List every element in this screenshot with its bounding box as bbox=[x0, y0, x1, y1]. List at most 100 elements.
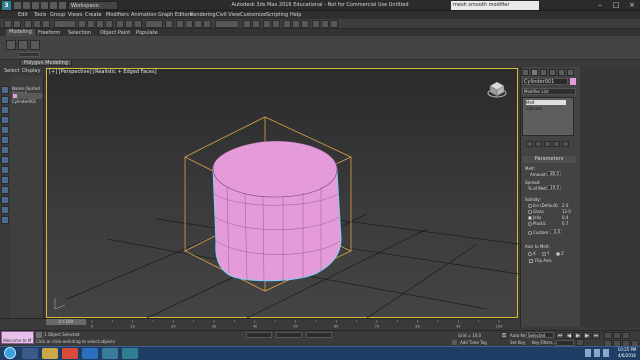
scene-select-menu[interactable]: Select bbox=[4, 68, 19, 74]
scene-display-menu[interactable]: Display bbox=[22, 68, 40, 74]
redo-tool-icon[interactable] bbox=[13, 20, 21, 28]
minimize-button[interactable]: – bbox=[592, 0, 608, 11]
menu-scripting[interactable]: Scripting bbox=[266, 12, 288, 18]
display-frozen-icon[interactable] bbox=[1, 196, 9, 204]
display-none-icon[interactable] bbox=[1, 86, 9, 94]
file-explorer-icon[interactable] bbox=[42, 348, 58, 359]
key-mode-icon[interactable]: ⚿ bbox=[500, 332, 508, 339]
solidity-jelly-radio[interactable] bbox=[528, 216, 532, 220]
create-tab-icon[interactable] bbox=[522, 69, 529, 76]
pin-stack-icon[interactable] bbox=[526, 141, 533, 147]
close-button[interactable]: × bbox=[624, 0, 640, 11]
taskbar-clock[interactable]: 10:25 PM 4/6/2016 bbox=[614, 347, 640, 359]
tray-volume-icon[interactable] bbox=[594, 349, 600, 357]
zoom-all-icon[interactable] bbox=[613, 332, 621, 339]
stack-item-cylinder[interactable]: Cylinder bbox=[526, 106, 543, 111]
zoom-icon[interactable] bbox=[604, 332, 612, 339]
object-color-swatch[interactable] bbox=[570, 78, 576, 85]
select-by-name-icon[interactable] bbox=[87, 20, 95, 28]
search-input[interactable]: mesh smooth modifier bbox=[451, 1, 539, 10]
next-frame-icon[interactable]: ▶ bbox=[583, 332, 591, 339]
selection-set-dropdown[interactable]: Selected bbox=[526, 332, 554, 338]
utilities-tab-icon[interactable] bbox=[567, 69, 574, 76]
solidity-custom-spinner[interactable]: 0.0 bbox=[550, 229, 562, 234]
display-cameras-icon[interactable] bbox=[1, 126, 9, 134]
goto-end-icon[interactable]: ⏭ bbox=[592, 332, 600, 339]
unlink-icon[interactable] bbox=[33, 20, 41, 28]
display-shapes-icon[interactable] bbox=[1, 106, 9, 114]
scene-column-header[interactable]: Name (Sorted Ascend... bbox=[12, 86, 42, 96]
menu-graph-editors[interactable]: Graph Editors bbox=[158, 12, 192, 18]
menu-tools[interactable]: Tools bbox=[34, 12, 46, 18]
menu-animation[interactable]: Animation bbox=[131, 12, 157, 18]
mirror-icon[interactable] bbox=[243, 20, 251, 28]
parameters-rollout-header[interactable]: Parameters bbox=[522, 156, 576, 163]
ribbon-tool-icon[interactable] bbox=[18, 40, 28, 50]
menu-views[interactable]: Views bbox=[68, 12, 82, 18]
display-lights-icon[interactable] bbox=[1, 116, 9, 124]
display-tab-icon[interactable] bbox=[558, 69, 565, 76]
word-icon[interactable] bbox=[82, 348, 98, 359]
solidity-glass-radio[interactable] bbox=[528, 210, 532, 214]
viewport-label[interactable]: [+] [Perspective] [Realistic + Edged Fac… bbox=[49, 69, 157, 75]
polygon-modeling-button[interactable]: Polygon Modeling bbox=[20, 59, 72, 66]
menu-create[interactable]: Create bbox=[85, 12, 102, 18]
ribbon-tool-icon[interactable] bbox=[30, 40, 40, 50]
3ds-max-taskbar-icon[interactable] bbox=[122, 348, 138, 359]
modify-tab-icon[interactable] bbox=[531, 69, 538, 76]
angle-snap-icon[interactable] bbox=[185, 20, 193, 28]
render-production-icon[interactable] bbox=[330, 20, 338, 28]
rotate-icon[interactable] bbox=[125, 20, 133, 28]
key-filters-button[interactable]: Key Filters... bbox=[532, 340, 556, 345]
move-icon[interactable] bbox=[116, 20, 124, 28]
perspective-viewport[interactable] bbox=[46, 68, 519, 319]
undo-tool-icon[interactable] bbox=[4, 20, 12, 28]
modifier-list-dropdown[interactable]: Modifier List bbox=[522, 88, 576, 95]
named-selection-sets-dropdown[interactable] bbox=[215, 20, 239, 28]
display-all-icon[interactable] bbox=[1, 216, 9, 224]
bind-space-warp-icon[interactable] bbox=[42, 20, 50, 28]
menu-modifiers[interactable]: Modifiers bbox=[106, 12, 129, 18]
menu-edit[interactable]: Edit bbox=[18, 12, 28, 18]
display-helpers-icon[interactable] bbox=[1, 136, 9, 144]
spread-spinner[interactable]: 19.0 bbox=[547, 185, 561, 190]
time-slider[interactable]: 0 / 100 bbox=[46, 319, 86, 325]
display-bones-icon[interactable] bbox=[1, 176, 9, 184]
pivot-center-icon[interactable] bbox=[165, 20, 173, 28]
graphite-toggle-icon[interactable] bbox=[272, 20, 280, 28]
z-coordinate-field[interactable] bbox=[306, 332, 332, 338]
hierarchy-tab-icon[interactable] bbox=[540, 69, 547, 76]
window-crossing-icon[interactable] bbox=[105, 20, 113, 28]
scale-icon[interactable] bbox=[134, 20, 142, 28]
display-groups-icon[interactable] bbox=[1, 156, 9, 164]
tray-network-icon[interactable] bbox=[585, 349, 591, 357]
make-unique-icon[interactable] bbox=[544, 141, 551, 147]
solidity-custom-radio[interactable] bbox=[528, 231, 532, 235]
rendered-frame-icon[interactable] bbox=[321, 20, 329, 28]
chrome-icon[interactable] bbox=[62, 348, 78, 359]
motion-tab-icon[interactable] bbox=[549, 69, 556, 76]
curve-editor-icon[interactable] bbox=[283, 20, 291, 28]
rectangular-selection-icon[interactable] bbox=[96, 20, 104, 28]
tab-modeling[interactable]: Modeling bbox=[6, 29, 35, 36]
menu-group[interactable]: Group bbox=[50, 12, 65, 18]
tray-flag-icon[interactable] bbox=[603, 349, 609, 357]
selection-lock-icon[interactable] bbox=[36, 332, 42, 338]
time-tag-icon[interactable] bbox=[452, 340, 457, 345]
link-icon[interactable] bbox=[24, 20, 32, 28]
display-geometry-icon[interactable] bbox=[1, 96, 9, 104]
ribbon-value-field[interactable] bbox=[18, 52, 40, 57]
axis-x-radio[interactable] bbox=[528, 252, 532, 256]
display-xrefs-icon[interactable] bbox=[1, 166, 9, 174]
y-coordinate-field[interactable] bbox=[276, 332, 302, 338]
amount-spinner[interactable]: 80.0 bbox=[547, 171, 561, 176]
schematic-view-icon[interactable] bbox=[292, 20, 300, 28]
selection-filter-dropdown[interactable] bbox=[54, 20, 76, 28]
axis-y-radio[interactable] bbox=[542, 252, 546, 256]
flip-axis-checkbox[interactable] bbox=[529, 259, 533, 263]
play-icon[interactable]: ▶ bbox=[574, 332, 582, 339]
previous-frame-icon[interactable]: ◀ bbox=[565, 332, 573, 339]
reference-coordinate-dropdown[interactable] bbox=[145, 20, 163, 28]
render-setup-icon[interactable] bbox=[312, 20, 320, 28]
maxscript-listener[interactable]: Welcome to M bbox=[1, 331, 34, 344]
